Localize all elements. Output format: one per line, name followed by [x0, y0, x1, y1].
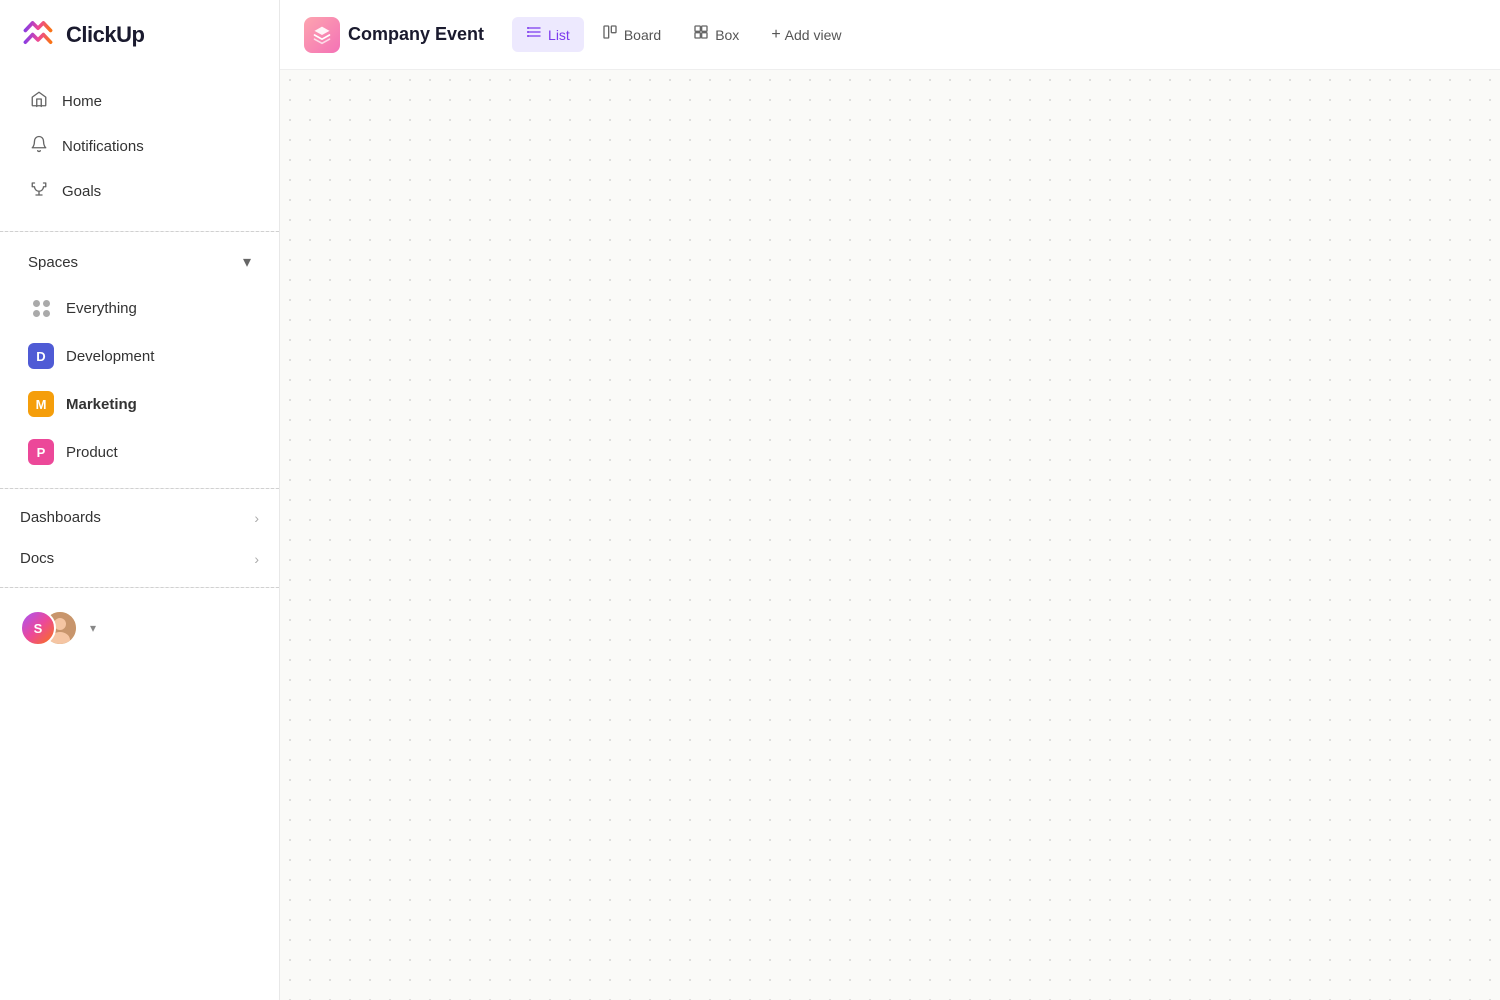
- avatar-stack: S: [20, 610, 80, 646]
- project-title: Company Event: [348, 24, 484, 45]
- view-tabs: List Board: [512, 17, 855, 52]
- sidebar-item-dashboards[interactable]: Dashboards ›: [0, 499, 279, 536]
- docs-chevron-icon: ›: [254, 551, 259, 567]
- everything-label: Everything: [66, 300, 137, 317]
- list-icon: [526, 24, 542, 45]
- logo-text: ClickUp: [66, 22, 144, 48]
- sidebar-item-home[interactable]: Home: [8, 80, 271, 123]
- development-label: Development: [66, 348, 154, 365]
- sidebar-item-everything[interactable]: Everything: [8, 286, 271, 330]
- spaces-chevron-icon: ▾: [243, 252, 251, 272]
- logo-area[interactable]: ClickUp: [0, 0, 279, 70]
- clickup-logo-icon: [20, 17, 56, 53]
- sidebar-item-development[interactable]: D Development: [8, 334, 271, 378]
- main-nav: Home Notifications Goals: [0, 70, 279, 223]
- plus-icon: +: [771, 26, 780, 44]
- tab-board-label: Board: [624, 27, 661, 43]
- tab-board[interactable]: Board: [588, 17, 675, 52]
- project-icon: [304, 17, 340, 53]
- user-area[interactable]: S ▾: [0, 596, 279, 660]
- content-area: [280, 70, 1500, 1000]
- board-icon: [602, 24, 618, 45]
- sidebar: ClickUp Home Notifications: [0, 0, 280, 1000]
- spaces-divider: [0, 488, 279, 489]
- home-icon: [28, 90, 50, 113]
- product-label: Product: [66, 444, 118, 461]
- development-avatar: D: [28, 343, 54, 369]
- sidebar-item-marketing[interactable]: M Marketing: [8, 382, 271, 426]
- user-chevron-icon: ▾: [90, 621, 96, 635]
- dashboards-chevron-icon: ›: [254, 510, 259, 526]
- spaces-section-header[interactable]: Spaces ▾: [8, 242, 271, 282]
- trophy-icon: [28, 180, 50, 203]
- sidebar-item-goals[interactable]: Goals: [8, 170, 271, 213]
- add-view-label: Add view: [785, 27, 842, 43]
- marketing-label: Marketing: [66, 396, 137, 413]
- main-content: Company Event List: [280, 0, 1500, 1000]
- home-label: Home: [62, 93, 102, 110]
- goals-label: Goals: [62, 183, 101, 200]
- user-avatar-primary: S: [20, 610, 56, 646]
- add-view-button[interactable]: + Add view: [757, 19, 855, 51]
- tab-list-label: List: [548, 27, 570, 43]
- marketing-avatar: M: [28, 391, 54, 417]
- nav-divider: [0, 231, 279, 232]
- tab-list[interactable]: List: [512, 17, 584, 52]
- everything-dots-icon: [28, 295, 54, 321]
- sidebar-item-product[interactable]: P Product: [8, 430, 271, 474]
- docs-label: Docs: [20, 550, 54, 567]
- tab-box-label: Box: [715, 27, 739, 43]
- product-avatar: P: [28, 439, 54, 465]
- spaces-label: Spaces: [28, 254, 78, 271]
- notifications-label: Notifications: [62, 138, 144, 155]
- dashboards-label: Dashboards: [20, 509, 101, 526]
- sidebar-item-notifications[interactable]: Notifications: [8, 125, 271, 168]
- tab-box[interactable]: Box: [679, 17, 753, 52]
- topbar: Company Event List: [280, 0, 1500, 70]
- sidebar-item-docs[interactable]: Docs ›: [0, 540, 279, 577]
- box-icon: [693, 24, 709, 45]
- bell-icon: [28, 135, 50, 158]
- bottom-divider: [0, 587, 279, 588]
